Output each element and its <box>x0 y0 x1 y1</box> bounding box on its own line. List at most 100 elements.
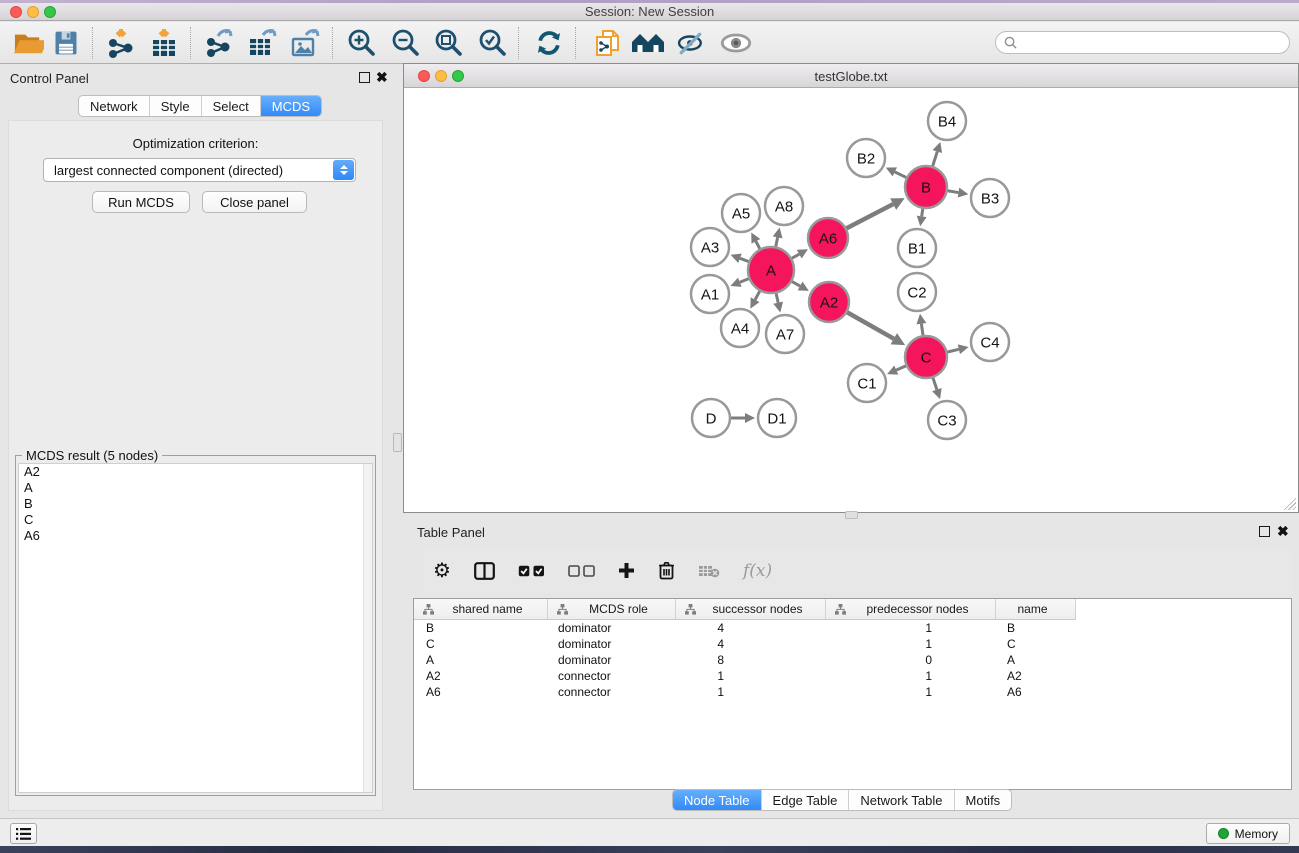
node-A8[interactable]: A8 <box>765 187 803 225</box>
edge-C-C1[interactable] <box>887 366 906 375</box>
edge-A-A6[interactable] <box>792 249 808 258</box>
search-input[interactable] <box>1017 35 1289 50</box>
edge-A6-B[interactable] <box>847 198 905 228</box>
edge-A-A7[interactable] <box>773 293 783 312</box>
network-canvas[interactable]: B4 B2 B B3 A5A8A6 A3 A B1 A1 A2 C2 A4A7 C C4 C1 C3 D D1 <box>404 89 1298 512</box>
delete-column-icon[interactable] <box>658 561 675 580</box>
run-mcds-button[interactable]: Run MCDS <box>92 191 190 213</box>
hide-selected-icon[interactable] <box>672 25 710 61</box>
node-A7[interactable]: A7 <box>766 315 804 353</box>
node-C2[interactable]: C2 <box>898 273 936 311</box>
column-header-shared-name[interactable]: shared name <box>414 599 548 620</box>
node-B3[interactable]: B3 <box>971 179 1009 217</box>
mcds-result-item[interactable]: A6 <box>19 528 372 544</box>
tab-edge-table[interactable]: Edge Table <box>761 790 849 810</box>
close-panel-icon[interactable]: ✖ <box>376 72 388 83</box>
node-A2[interactable]: A2 <box>809 282 849 322</box>
task-history-button[interactable] <box>10 823 37 844</box>
edge-A-A5[interactable] <box>751 232 760 248</box>
tab-mcds[interactable]: MCDS <box>260 96 321 116</box>
node-A[interactable]: A <box>748 247 794 293</box>
column-header-MCDS-role[interactable]: MCDS role <box>548 599 676 620</box>
column-header-name[interactable]: name <box>996 599 1076 620</box>
attribute-settings-icon[interactable]: ⚙ <box>433 558 451 583</box>
edge-A-A4[interactable] <box>750 291 759 308</box>
node-B[interactable]: B <box>905 166 947 208</box>
close-panel-button[interactable]: Close panel <box>202 191 307 213</box>
import-table-icon[interactable] <box>145 25 183 61</box>
memory-button[interactable]: Memory <box>1206 823 1290 844</box>
node-A1[interactable]: A1 <box>691 275 729 313</box>
float-panel-icon[interactable] <box>359 72 370 83</box>
split-panel-icon[interactable] <box>474 562 495 580</box>
edge-B-B3[interactable] <box>948 188 969 198</box>
table-row[interactable]: Bdominator41B <box>414 620 1291 636</box>
delete-table-icon[interactable] <box>698 564 720 578</box>
mcds-result-item[interactable]: B <box>19 496 372 512</box>
edge-B-B1[interactable] <box>917 209 927 226</box>
node-A3[interactable]: A3 <box>691 228 729 266</box>
edge-A-A2[interactable] <box>792 282 809 291</box>
float-table-panel-icon[interactable] <box>1259 526 1270 537</box>
table-row[interactable]: A6connector11A6 <box>414 684 1291 700</box>
node-C[interactable]: C <box>905 336 947 378</box>
node-C4[interactable]: C4 <box>971 323 1009 361</box>
node-B2[interactable]: B2 <box>847 139 885 177</box>
edge-A-A1[interactable] <box>730 278 748 287</box>
edge-A-A8[interactable] <box>773 228 783 247</box>
node-D[interactable]: D <box>692 399 730 437</box>
mcds-result-list[interactable]: A2ABCA6 <box>18 463 373 793</box>
zoom-fit-icon[interactable] <box>430 25 468 61</box>
edge-D-D1[interactable] <box>731 413 755 423</box>
edge-C-C4[interactable] <box>947 344 968 354</box>
horizontal-splitter-grip[interactable] <box>845 511 858 519</box>
mcds-result-item[interactable]: A <box>19 480 372 496</box>
node-A6[interactable]: A6 <box>808 218 848 258</box>
import-network-icon[interactable] <box>102 25 140 61</box>
node-A4[interactable]: A4 <box>721 309 759 347</box>
edge-C-C3[interactable] <box>932 378 941 399</box>
tab-node-table[interactable]: Node Table <box>673 790 761 810</box>
save-session-icon[interactable] <box>47 25 85 61</box>
edge-C-C2[interactable] <box>916 314 926 335</box>
export-network-icon[interactable] <box>200 25 238 61</box>
select-all-rows-icon[interactable] <box>518 565 545 577</box>
function-builder-icon[interactable]: f(x) <box>743 561 772 581</box>
tab-network[interactable]: Network <box>79 96 149 116</box>
zoom-out-icon[interactable] <box>387 25 425 61</box>
table-row[interactable]: A2connector11A2 <box>414 668 1291 684</box>
zoom-in-icon[interactable] <box>343 25 381 61</box>
close-table-panel-icon[interactable]: ✖ <box>1277 526 1289 537</box>
mcds-result-item[interactable]: A2 <box>19 464 372 480</box>
edge-A-A3[interactable] <box>731 254 749 263</box>
node-A5[interactable]: A5 <box>722 194 760 232</box>
first-neighbors-icon[interactable] <box>629 25 667 61</box>
deselect-all-rows-icon[interactable] <box>568 565 595 577</box>
node-D1[interactable]: D1 <box>758 399 796 437</box>
refresh-view-icon[interactable] <box>530 25 568 61</box>
open-file-icon[interactable] <box>9 25 47 61</box>
duplicate-network-icon[interactable] <box>589 25 627 61</box>
criterion-dropdown[interactable]: largest connected component (directed) <box>43 158 356 182</box>
tab-style[interactable]: Style <box>149 96 201 116</box>
vertical-splitter-grip[interactable] <box>393 433 402 452</box>
tab-network-table[interactable]: Network Table <box>848 790 953 810</box>
node-B4[interactable]: B4 <box>928 102 966 140</box>
edge-A2-C[interactable] <box>847 312 905 345</box>
edge-B-B2[interactable] <box>886 167 906 177</box>
zoom-selected-icon[interactable] <box>474 25 512 61</box>
mcds-result-item[interactable]: C <box>19 512 372 528</box>
export-image-icon[interactable] <box>286 25 324 61</box>
table-row[interactable]: Cdominator41C <box>414 636 1291 652</box>
add-column-icon[interactable] <box>618 562 635 579</box>
table-row[interactable]: Adominator80A <box>414 652 1291 668</box>
tab-motifs[interactable]: Motifs <box>954 790 1012 810</box>
show-all-icon[interactable] <box>717 25 755 61</box>
export-table-icon[interactable] <box>243 25 281 61</box>
column-header-successor-nodes[interactable]: successor nodes <box>676 599 826 620</box>
edge-B-B4[interactable] <box>933 142 943 166</box>
node-C1[interactable]: C1 <box>848 364 886 402</box>
column-header-predecessor-nodes[interactable]: predecessor nodes <box>826 599 996 620</box>
node-C3[interactable]: C3 <box>928 401 966 439</box>
node-B1[interactable]: B1 <box>898 229 936 267</box>
